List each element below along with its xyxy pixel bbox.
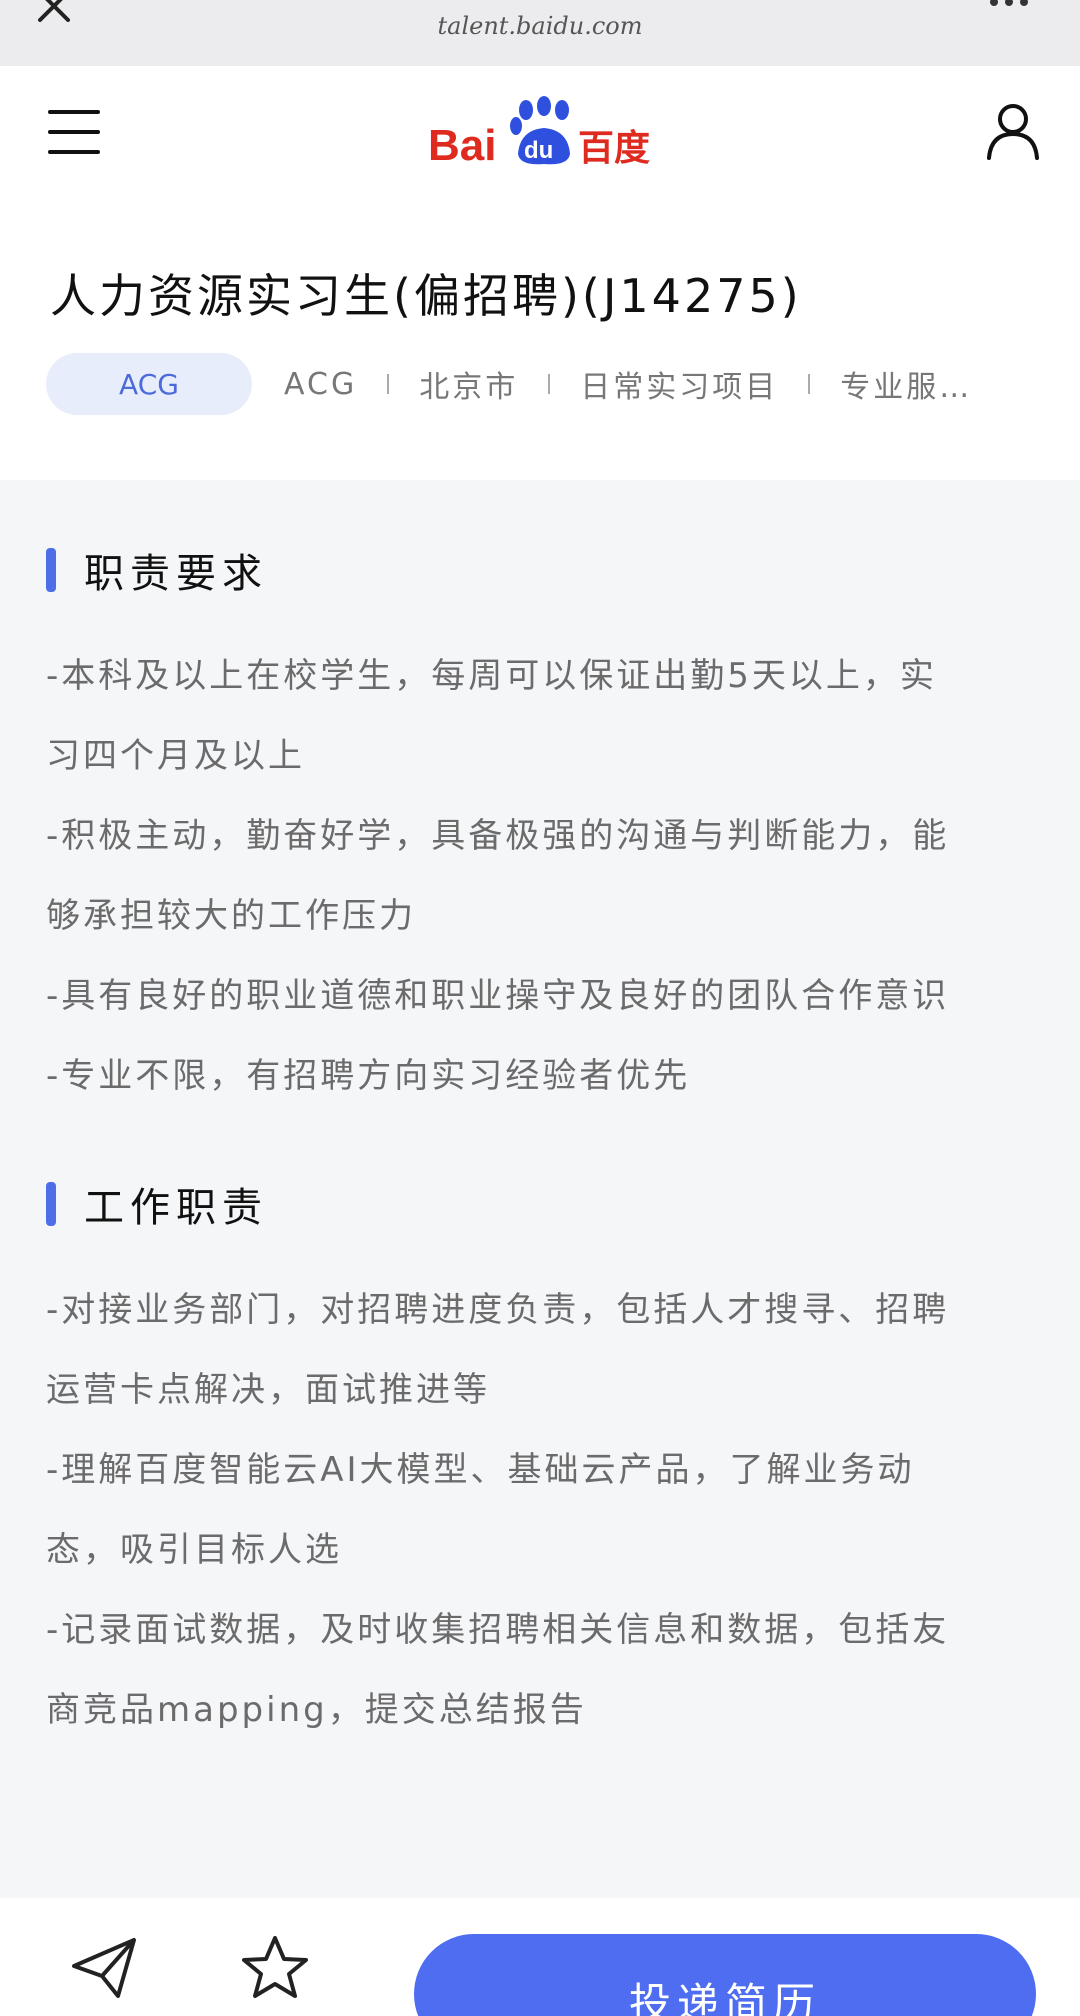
job-tags: ACG ACG 北京市 日常实习项目 专业服… bbox=[46, 352, 1046, 416]
requirement-line: 习四个月及以上 bbox=[46, 736, 305, 776]
section-accent-bar bbox=[46, 1182, 56, 1226]
responsibility-line: -对接业务部门，对招聘进度负责，包括人才搜寻、招聘 bbox=[46, 1290, 950, 1330]
more-options-icon[interactable] bbox=[990, 0, 1040, 12]
responsibility-line: -记录面试数据，及时收集招聘相关信息和数据，包括友 bbox=[46, 1610, 950, 1650]
responsibilities-section: 工作职责 -对接业务部门，对招聘进度负责，包括人才搜寻、招聘 运营卡点解决，面试… bbox=[46, 1174, 1036, 1750]
requirement-line: -积极主动，勤奋好学，具备极强的沟通与判断能力，能 bbox=[46, 816, 950, 856]
meta-department: ACG bbox=[284, 366, 358, 402]
svg-text:Bai: Bai bbox=[428, 121, 496, 170]
responsibility-line: 态，吸引目标人选 bbox=[46, 1530, 342, 1570]
job-header: Bai du 百度 人力资源实习生(偏招聘)(J14275) ACG ACG 北… bbox=[0, 66, 1080, 480]
favorite-star-icon[interactable] bbox=[240, 1934, 310, 2002]
svg-text:du: du bbox=[524, 137, 553, 164]
share-icon[interactable] bbox=[70, 1936, 140, 2000]
department-tag: ACG bbox=[46, 353, 252, 415]
meta-project: 日常实习项目 bbox=[580, 370, 779, 405]
requirements-section: 职责要求 -本科及以上在校学生，每周可以保证出勤5天以上，实 习四个月及以上 -… bbox=[46, 540, 1036, 1116]
requirement-line: 够承担较大的工作压力 bbox=[46, 896, 416, 936]
requirement-line: -具有良好的职业道德和职业操守及良好的团队合作意识 bbox=[46, 976, 950, 1016]
job-meta: ACG 北京市 日常实习项目 专业服… bbox=[284, 362, 984, 406]
section-title: 工作职责 bbox=[84, 1185, 268, 1231]
section-accent-bar bbox=[46, 548, 56, 592]
user-account-icon[interactable] bbox=[986, 102, 1040, 160]
responsibility-line: 运营卡点解决，面试推进等 bbox=[46, 1370, 490, 1410]
baidu-logo[interactable]: Bai du 百度 bbox=[428, 94, 654, 170]
bottom-action-bar: 投递简历 bbox=[0, 1898, 1080, 2016]
hamburger-menu-icon[interactable] bbox=[48, 110, 100, 154]
divider bbox=[387, 374, 390, 394]
divider bbox=[548, 374, 551, 394]
submit-resume-button[interactable]: 投递简历 bbox=[414, 1934, 1036, 2016]
svg-text:百度: 百度 bbox=[578, 128, 650, 169]
requirement-line: -专业不限，有招聘方向实习经验者优先 bbox=[46, 1056, 691, 1096]
requirement-line: -本科及以上在校学生，每周可以保证出勤5天以上，实 bbox=[46, 656, 937, 696]
divider bbox=[808, 374, 811, 394]
responsibility-line: 商竞品mapping，提交总结报告 bbox=[46, 1690, 587, 1730]
section-title: 职责要求 bbox=[84, 551, 268, 597]
responsibility-line: -理解百度智能云AI大模型、基础云产品，了解业务动 bbox=[46, 1450, 915, 1490]
address-bar-url[interactable]: talent.baidu.com bbox=[0, 12, 1080, 40]
browser-toolbar: talent.baidu.com bbox=[0, 0, 1080, 66]
meta-location: 北京市 bbox=[419, 370, 519, 405]
meta-category: 专业服… bbox=[840, 370, 973, 405]
job-title: 人力资源实习生(偏招聘)(J14275) bbox=[50, 269, 802, 323]
